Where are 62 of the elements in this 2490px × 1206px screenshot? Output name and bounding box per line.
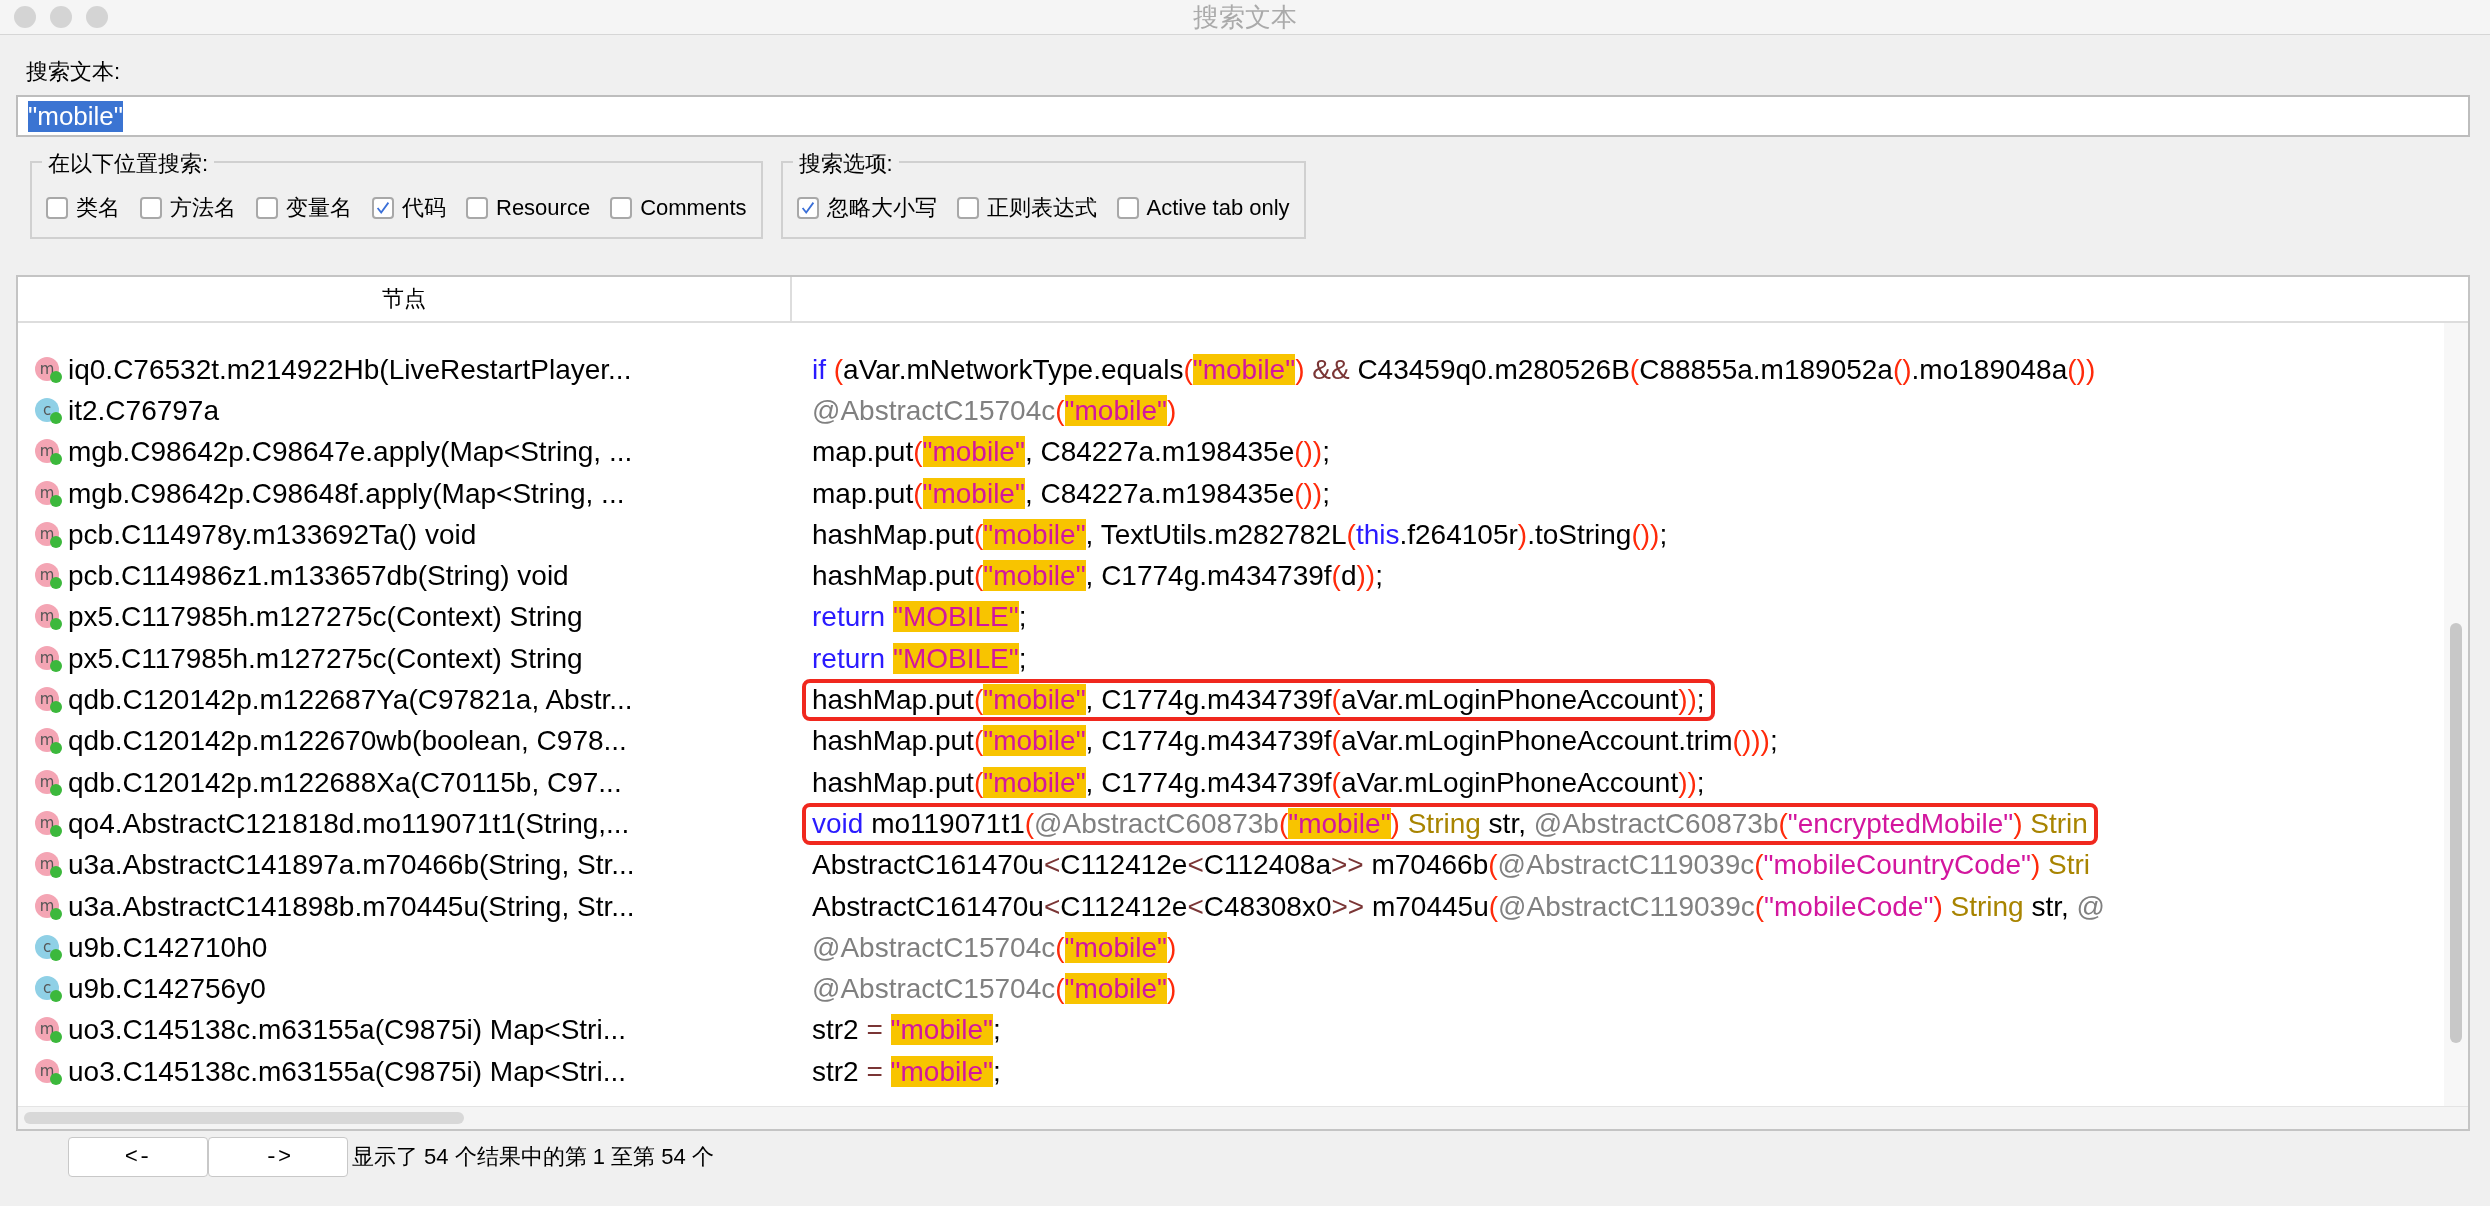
code-line: @AbstractC15704c("mobile") <box>811 393 1178 428</box>
checkbox-label[interactable]: 方法名 <box>170 193 236 223</box>
code-line: hashMap.put("mobile", C1774g.m434739f(aVar.mLoginPhoneAccount.trim())); <box>811 724 1779 759</box>
code-line: hashMap.put("mobile", C1774g.m434739f(d)); <box>811 559 1384 594</box>
code-line: map.put("mobile", C84227a.m198435e()); <box>811 435 1331 470</box>
code-line: @AbstractC15704c("mobile") <box>811 972 1178 1007</box>
code-line: hashMap.put("mobile", TextUtils.m282782L(this.f264105r).toString()); <box>811 517 1669 552</box>
node-name[interactable]: uo3.C145138c.m63155a(C9875i) Map<Stri... <box>68 1014 626 1047</box>
checkbox[interactable] <box>610 197 633 219</box>
node-name[interactable]: qdb.C120142p.m122670wb(boolean, C978... <box>68 725 627 758</box>
node-name[interactable]: u9b.C142710h0 <box>68 931 268 964</box>
node-name[interactable]: u3a.AbstractC141898b.m70445u(String, Str... <box>68 890 635 923</box>
checkbox-label[interactable]: 正则表达式 <box>986 193 1097 223</box>
node-name[interactable]: mgb.C98642p.C98648f.apply(Map<String, ... <box>68 477 625 510</box>
scrollbar-thumb[interactable] <box>2450 623 2462 1043</box>
node-name[interactable]: qo4.AbstractC121818d.mo119071t1(String,... <box>68 807 630 840</box>
nav-button[interactable]: -> <box>208 1137 348 1177</box>
node-name[interactable]: mgb.C98642p.C98647e.apply(Map<String, ... <box>68 436 633 469</box>
node-name[interactable]: qdb.C120142p.m122688Xa(C70115b, C97... <box>68 766 622 799</box>
code-line: @AbstractC15704c("mobile") <box>811 930 1178 965</box>
node-name[interactable]: qdb.C120142p.m122687Ya(C97821a, Abstr... <box>68 684 633 716</box>
close-button[interactable] <box>14 6 36 28</box>
status-text: 显示了 54 个结果中的第 1 至第 54 个 <box>352 1143 714 1171</box>
checkbox[interactable] <box>466 197 488 219</box>
checkbox[interactable] <box>372 197 394 219</box>
zoom-button[interactable] <box>86 6 108 28</box>
checkbox[interactable] <box>1116 197 1139 219</box>
checkbox[interactable] <box>956 197 979 219</box>
window-title: 搜索文本 <box>1192 0 1298 34</box>
node-name[interactable]: u9b.C142756y0 <box>68 973 266 1006</box>
node-name[interactable]: pcb.C114978y.m133692Ta() void <box>68 518 477 551</box>
code-line: AbstractC161470u<C112412e<C112408a>> m70466b(@AbstractC119039c("mobileCountryCode") Stri <box>811 848 2092 883</box>
code-line: str2 = "mobile"; <box>811 1013 1002 1048</box>
search-label: 搜索文本: <box>26 58 121 86</box>
code-line: hashMap.put("mobile", C1774g.m434739f(aVar.mLoginPhoneAccount)); <box>811 765 1706 800</box>
checkbox[interactable] <box>46 197 68 219</box>
checkbox-label[interactable]: 忽略大小写 <box>826 193 937 223</box>
checkbox-label[interactable]: 代码 <box>402 193 446 223</box>
checkbox-label[interactable]: 类名 <box>76 193 120 223</box>
checkbox-label[interactable]: Comments <box>640 195 747 221</box>
code-line: AbstractC161470u<C112412e<C48308x0>> m70445u(@AbstractC119039c("mobileCode") String str, @ <box>811 889 2106 924</box>
scrollbar-thumb[interactable] <box>24 1112 464 1124</box>
node-name[interactable]: it2.C76797a <box>68 394 219 427</box>
node-name[interactable]: px5.C117985h.m127275c(Context) String <box>68 601 583 634</box>
checkmark-icon <box>374 199 392 217</box>
checkbox[interactable] <box>796 197 819 219</box>
column-header[interactable]: 节点 <box>18 277 792 321</box>
minimize-button[interactable] <box>50 6 72 28</box>
code-line: str2 = "mobile"; <box>811 1054 1002 1089</box>
node-name[interactable]: u3a.AbstractC141897a.m70466b(String, Str... <box>68 849 635 882</box>
code-line: map.put("mobile", C84227a.m198435e()); <box>811 476 1331 511</box>
node-name[interactable]: pcb.C114986z1.m133657db(String) void <box>68 560 569 593</box>
checkbox-label[interactable]: Resource <box>496 195 591 221</box>
checkbox[interactable] <box>140 197 162 219</box>
checkbox[interactable] <box>256 197 278 219</box>
node-name[interactable]: uo3.C145138c.m63155a(C9875i) Map<Stri... <box>68 1055 626 1088</box>
checkbox-label[interactable]: Active tab only <box>1146 195 1290 221</box>
node-name[interactable]: px5.C117985h.m127275c(Context) String <box>68 642 583 675</box>
checkbox-label[interactable]: 变量名 <box>286 193 352 223</box>
node-name[interactable]: iq0.C76532t.m214922Hb(LiveRestartPlayer... <box>68 353 632 386</box>
search-field[interactable]: "mobile" <box>16 95 2470 137</box>
nav-button[interactable]: <- <box>68 1137 208 1177</box>
